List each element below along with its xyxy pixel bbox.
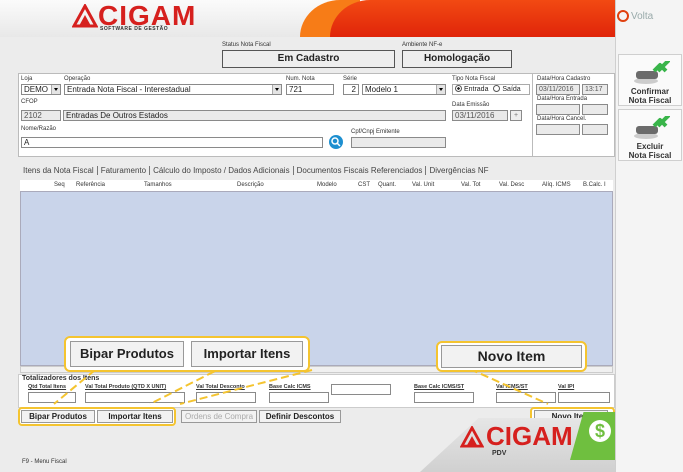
ordens-compra-button[interactable]: Ordens de Compra: [181, 410, 257, 423]
callout-guides: [53, 365, 549, 405]
callout-bipar-produtos[interactable]: Bipar Produtos: [70, 341, 184, 367]
importar-itens-button[interactable]: Importar Itens: [97, 410, 173, 423]
dollar-icon: $: [589, 420, 611, 442]
callout-importar-itens[interactable]: Importar Itens: [191, 341, 303, 367]
definir-descontos-button[interactable]: Definir Descontos: [259, 410, 341, 423]
footer-logo-sub: PDV: [492, 450, 507, 457]
footer-logo-word: CIGAM: [486, 421, 573, 451]
cigam-pdv-mark-icon: [460, 426, 484, 448]
menu-hint: F9 - Menu Fiscal: [22, 459, 67, 465]
callout-novo-item[interactable]: Novo Item: [441, 345, 582, 368]
bipar-produtos-button[interactable]: Bipar Produtos: [21, 410, 95, 423]
